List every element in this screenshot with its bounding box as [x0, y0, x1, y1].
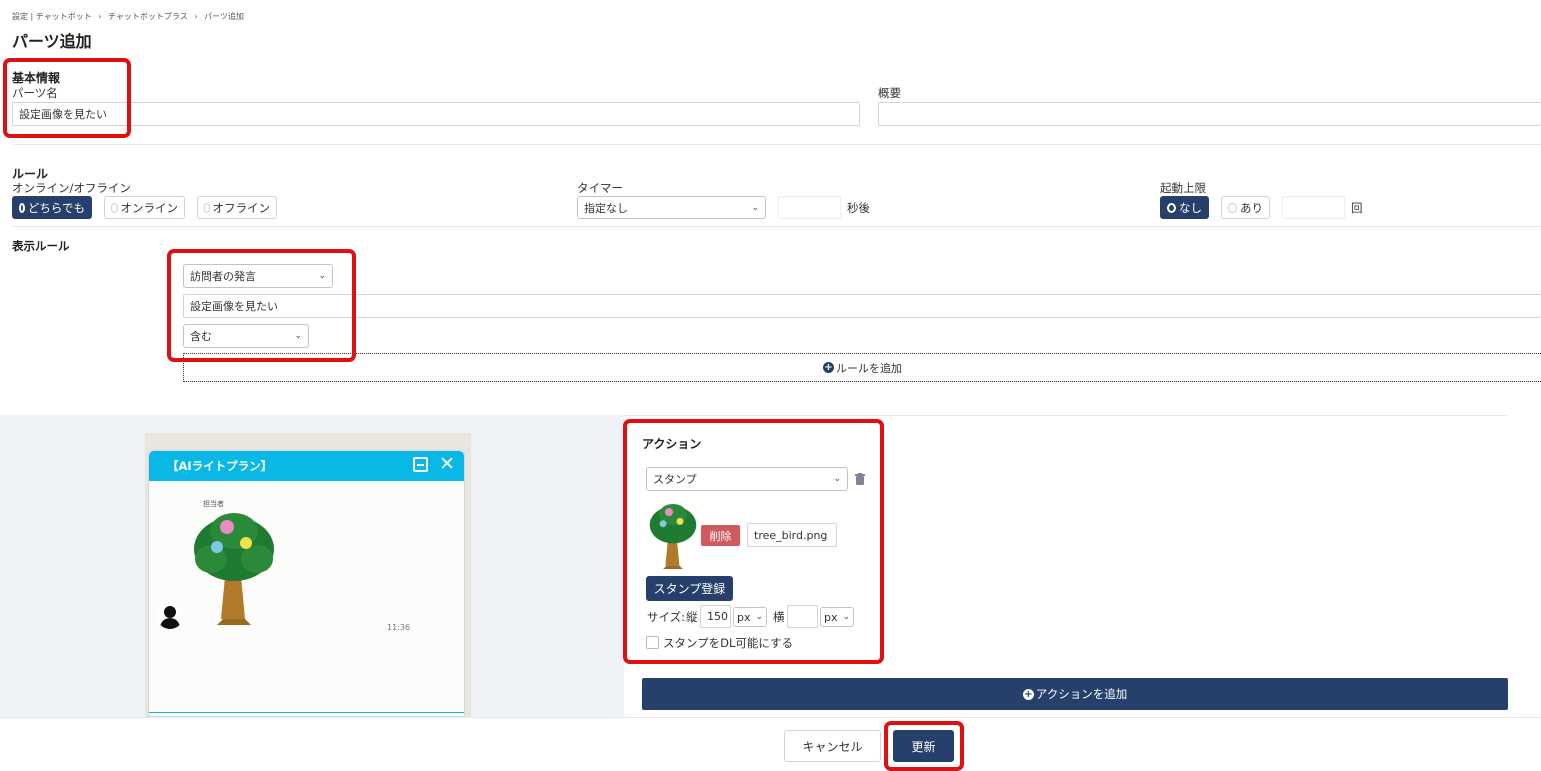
- add-action-label: アクションを追加: [1035, 687, 1128, 701]
- divider: [12, 144, 1541, 145]
- add-action-button[interactable]: + アクションを追加: [642, 678, 1508, 710]
- timer-select-value: 指定なし: [584, 201, 628, 215]
- limit-suffix: 回: [1351, 201, 1363, 215]
- online-option-offline-label: オフライン: [212, 200, 271, 215]
- highlight-update-button: [884, 721, 964, 771]
- online-option-either-label: どちらでも: [27, 200, 85, 215]
- breadcrumb-settings[interactable]: 設定 | チャットボット: [12, 12, 92, 21]
- chevron-down-icon: ⌄: [751, 202, 759, 213]
- message-time: 11:36: [387, 623, 411, 632]
- breadcrumb-current: パーツ追加: [204, 12, 244, 21]
- part-name-input[interactable]: 設定画像を見たい: [12, 102, 860, 126]
- highlight-display-rule: [167, 249, 356, 362]
- add-rule-label: ルールを追加: [836, 361, 902, 375]
- breadcrumb-separator: ›: [98, 12, 102, 21]
- stamp-tree-image: [194, 513, 274, 625]
- page-title: パーツ追加: [12, 32, 92, 51]
- divider: [624, 415, 1508, 416]
- limit-option-yes[interactable]: あり: [1221, 196, 1270, 219]
- limit-label: 起動上限: [1160, 181, 1206, 195]
- add-rule-button[interactable]: + ルールを追加: [183, 353, 1541, 382]
- close-icon[interactable]: ✕: [439, 453, 455, 475]
- timer-label: タイマー: [577, 181, 623, 195]
- limit-option-none-label: なし: [1179, 200, 1202, 215]
- summary-input[interactable]: [878, 102, 1541, 126]
- breadcrumb-chatbot-plus[interactable]: チャットボットプラス: [108, 12, 188, 21]
- chat-preview-window: 【AIライトプラン】 ✕ 担当者 11:36: [148, 450, 465, 717]
- timer-suffix: 秒後: [847, 201, 870, 215]
- plus-circle-icon: +: [1022, 688, 1034, 700]
- highlight-action: [623, 419, 884, 664]
- online-option-online[interactable]: オンライン: [104, 196, 185, 219]
- display-rule-title: 表示ルール: [12, 239, 70, 253]
- highlight-basic-info: [3, 58, 131, 138]
- chat-input-border: [149, 712, 464, 713]
- breadcrumb-separator: ›: [194, 12, 198, 21]
- keyword-input[interactable]: 設定画像を見たい: [183, 294, 1541, 318]
- online-option-offline[interactable]: オフライン: [197, 196, 277, 219]
- chat-header: 【AIライトプラン】 ✕: [149, 451, 464, 481]
- chat-title: 【AIライトプラン】: [167, 459, 273, 473]
- divider: [12, 226, 1541, 227]
- limit-option-none[interactable]: なし: [1160, 196, 1209, 219]
- online-label: オンライン/オフライン: [12, 181, 131, 195]
- radio-dot: [204, 202, 210, 213]
- online-option-online-label: オンライン: [120, 200, 179, 215]
- limit-count-input[interactable]: [1282, 196, 1345, 219]
- cancel-button[interactable]: キャンセル: [784, 730, 881, 762]
- radio-dot: [1167, 202, 1176, 213]
- agent-label: 担当者: [203, 500, 224, 508]
- avatar: [157, 603, 183, 629]
- radio-dot: [1228, 202, 1237, 213]
- online-option-either[interactable]: どちらでも: [12, 196, 92, 219]
- timer-select[interactable]: 指定なし ⌄: [577, 196, 766, 219]
- radio-dot: [111, 202, 118, 213]
- footer-bar: [0, 717, 1541, 771]
- minimize-icon[interactable]: [413, 457, 428, 472]
- timer-seconds-input[interactable]: [778, 196, 841, 219]
- breadcrumb: 設定 | チャットボット › チャットボットプラス › パーツ追加: [12, 11, 248, 22]
- radio-dot: [19, 202, 25, 213]
- summary-label: 概要: [878, 86, 901, 100]
- limit-option-yes-label: あり: [1240, 200, 1263, 215]
- plus-circle-icon: +: [823, 362, 834, 373]
